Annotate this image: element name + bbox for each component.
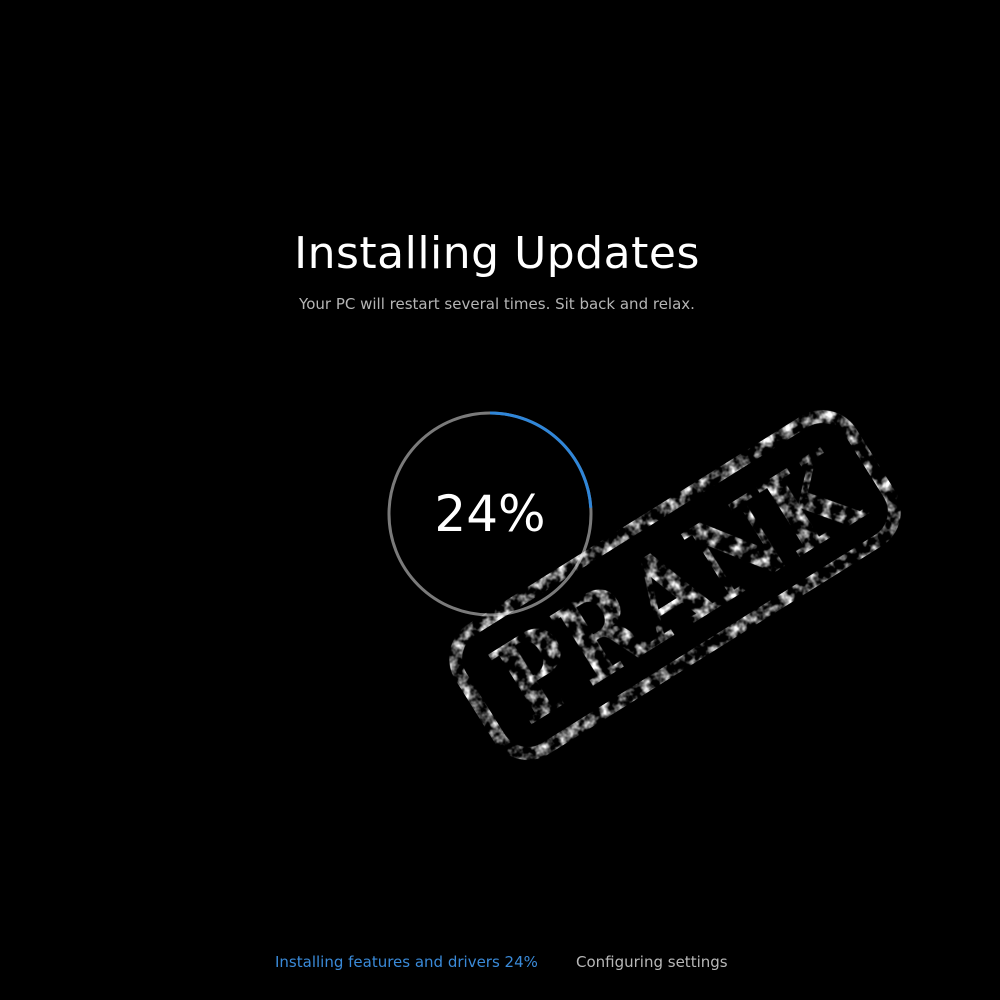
step-installing-features: Installing features and drivers 24%	[275, 953, 538, 971]
update-screen: Installing Updates Your PC will restart …	[0, 0, 1000, 1000]
step-configuring-settings: Configuring settings	[576, 953, 728, 971]
prank-stamp: PRANK	[435, 405, 915, 765]
page-title: Installing Updates	[294, 228, 700, 279]
status-footer: Installing features and drivers 24% Conf…	[0, 953, 1000, 977]
page-subtitle: Your PC will restart several times. Sit …	[299, 295, 695, 313]
